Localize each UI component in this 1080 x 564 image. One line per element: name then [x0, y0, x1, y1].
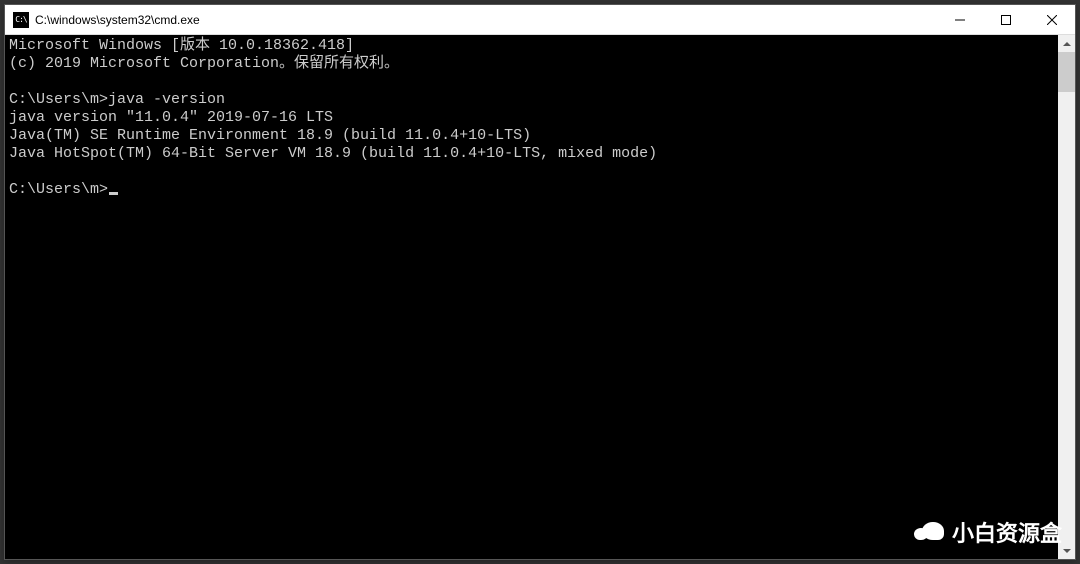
- terminal-prompt: C:\Users\m>: [9, 181, 108, 198]
- app-icon: C:\: [13, 12, 29, 28]
- terminal-line: [9, 163, 1054, 181]
- watermark-text: 小白资源盒: [952, 516, 1062, 548]
- maximize-icon: [1001, 15, 1011, 25]
- wechat-icon: [912, 518, 946, 546]
- terminal-line: (c) 2019 Microsoft Corporation。保留所有权利。: [9, 55, 1054, 73]
- chevron-down-icon: [1063, 549, 1071, 553]
- terminal-prompt-line: C:\Users\m>: [9, 181, 1054, 199]
- watermark: 小白资源盒: [912, 516, 1062, 548]
- chevron-up-icon: [1063, 42, 1071, 46]
- scroll-up-button[interactable]: [1058, 35, 1075, 52]
- minimize-button[interactable]: [937, 5, 983, 34]
- minimize-icon: [955, 15, 965, 25]
- terminal-area: Microsoft Windows [版本 10.0.18362.418](c)…: [5, 35, 1075, 559]
- terminal-output[interactable]: Microsoft Windows [版本 10.0.18362.418](c)…: [5, 35, 1058, 559]
- terminal-cursor: [109, 192, 118, 195]
- close-icon: [1047, 15, 1057, 25]
- cmd-window: C:\ C:\windows\system32\cmd.exe Microsof…: [4, 4, 1076, 560]
- window-title: C:\windows\system32\cmd.exe: [35, 13, 937, 27]
- scrollbar-thumb[interactable]: [1058, 52, 1075, 92]
- maximize-button[interactable]: [983, 5, 1029, 34]
- terminal-line: Microsoft Windows [版本 10.0.18362.418]: [9, 37, 1054, 55]
- window-controls: [937, 5, 1075, 34]
- terminal-line: [9, 73, 1054, 91]
- scrollbar-track[interactable]: [1058, 52, 1075, 542]
- terminal-line: C:\Users\m>java -version: [9, 91, 1054, 109]
- terminal-line: java version "11.0.4" 2019-07-16 LTS: [9, 109, 1054, 127]
- close-button[interactable]: [1029, 5, 1075, 34]
- terminal-line: Java HotSpot(TM) 64-Bit Server VM 18.9 (…: [9, 145, 1054, 163]
- titlebar[interactable]: C:\ C:\windows\system32\cmd.exe: [5, 5, 1075, 35]
- vertical-scrollbar[interactable]: [1058, 35, 1075, 559]
- terminal-line: Java(TM) SE Runtime Environment 18.9 (bu…: [9, 127, 1054, 145]
